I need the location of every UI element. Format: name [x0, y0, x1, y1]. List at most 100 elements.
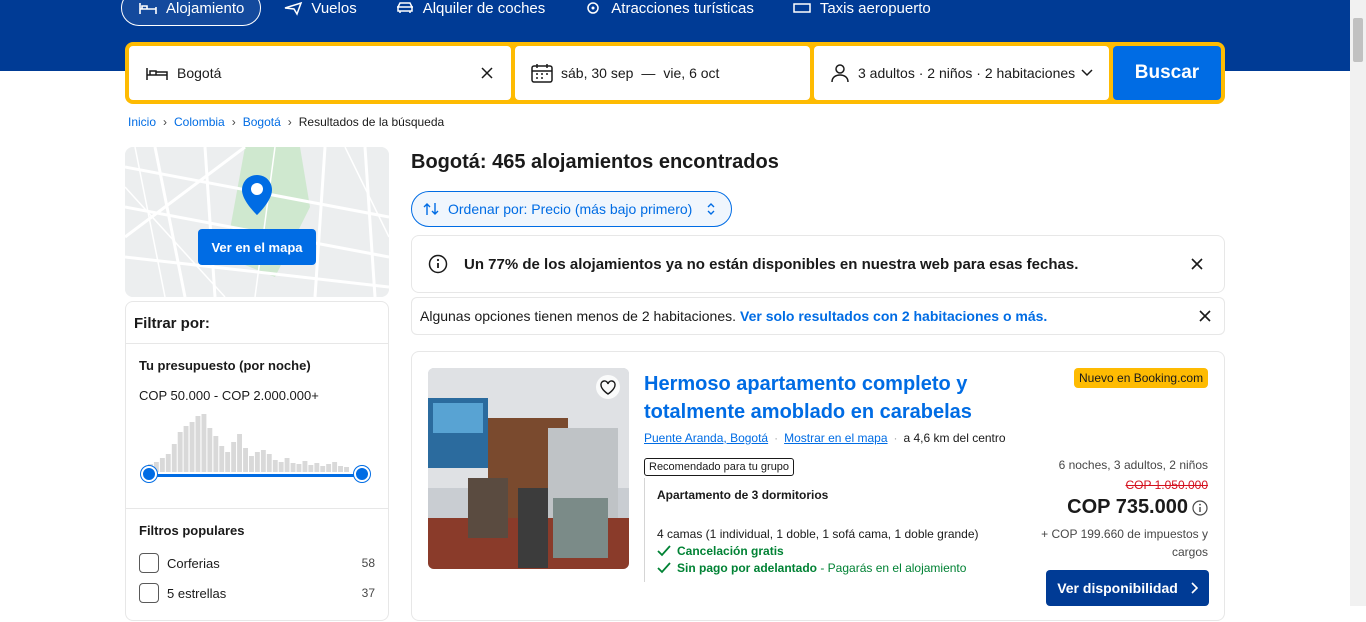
info-icon: [428, 254, 448, 274]
attractions-icon: [587, 2, 600, 14]
close-icon[interactable]: [1190, 257, 1204, 271]
filters-panel: Filtrar por: Tu presupuesto (por noche) …: [125, 301, 389, 621]
sort-arrows-icon: [423, 203, 439, 215]
search-box: Bogotá sáb, 30 sep — vie, 6 oct 3 adulto…: [125, 42, 1225, 104]
nav-tab-coches[interactable]: Alquiler de coches: [379, 0, 562, 26]
separator: ·: [893, 431, 898, 445]
popular-filters: Filtros populares Corferias 58 5 estrell…: [126, 509, 388, 622]
unit-details: Apartamento de 3 dormitorios 4 camas (1 …: [644, 478, 1024, 582]
filter-5-estrellas[interactable]: 5 estrellas 37: [139, 578, 375, 608]
histogram-bar: [308, 465, 314, 472]
clear-icon[interactable]: [481, 67, 493, 79]
histogram-bar: [165, 454, 171, 472]
filter-corferias[interactable]: Corferias 58: [139, 548, 375, 578]
map-preview[interactable]: Ver en el mapa: [125, 147, 389, 297]
histogram-bar: [284, 458, 290, 472]
destination-value: Bogotá: [177, 65, 222, 81]
plane-icon: [285, 1, 303, 16]
show-on-map-button[interactable]: Ver en el mapa: [198, 229, 316, 265]
price-histogram: [148, 414, 349, 472]
heart-icon[interactable]: [595, 374, 621, 400]
histogram-bar: [338, 466, 343, 472]
breadcrumb-bogota[interactable]: Bogotá: [243, 115, 281, 129]
original-price: COP 1.050.000: [1125, 478, 1208, 492]
scroll-thumb[interactable]: [1353, 18, 1363, 62]
recommended-badge: Recomendado para tu grupo: [644, 458, 795, 476]
page-scrollbar[interactable]: [1350, 0, 1366, 606]
checkin-value: sáb, 30 sep: [561, 65, 634, 81]
checkmark-icon: [657, 545, 671, 557]
histogram-bar: [159, 458, 165, 472]
histogram-bar: [254, 452, 260, 472]
filters-title: Filtrar por:: [126, 302, 388, 344]
budget-slider-track[interactable]: [149, 474, 363, 477]
nav-tab-taxis[interactable]: Taxis aeropuerto: [776, 0, 947, 26]
nav-tab-atracciones[interactable]: Atracciones turísticas: [567, 0, 770, 26]
destination-field[interactable]: Bogotá: [129, 46, 511, 100]
histogram-bar: [320, 466, 326, 472]
nav-tab-label: Alojamiento: [166, 0, 245, 17]
breadcrumb-inicio[interactable]: Inicio: [128, 115, 156, 129]
histogram-bar: [195, 416, 201, 472]
rooms-alert-link[interactable]: Ver solo resultados con 2 habitaciones o…: [740, 308, 1047, 324]
nav-tab-label: Vuelos: [311, 0, 357, 17]
nav-tab-vuelos[interactable]: Vuelos: [267, 0, 372, 26]
popular-filters-title: Filtros populares: [139, 523, 245, 538]
checkbox[interactable]: [139, 583, 159, 603]
rooms-alert: Algunas opciones tienen menos de 2 habit…: [411, 297, 1225, 335]
nav-tab-label: Taxis aeropuerto: [819, 0, 931, 17]
chevron-down-icon: [1081, 69, 1093, 77]
map-pin-icon: [242, 175, 272, 215]
feature-free-cancellation: Cancelación gratis: [657, 544, 1024, 558]
search-button[interactable]: Buscar: [1113, 46, 1221, 100]
sort-dropdown[interactable]: Ordenar por: Precio (más bajo primero): [411, 191, 732, 227]
checkbox[interactable]: [139, 553, 159, 573]
location-link[interactable]: Puente Aranda, Bogotá: [644, 431, 768, 445]
close-icon[interactable]: [1198, 309, 1212, 323]
budget-range: COP 50.000 - COP 2.000.000+: [139, 388, 319, 403]
distance: a 4,6 km del centro: [903, 431, 1006, 445]
property-card: Hermoso apartamento completo y totalment…: [411, 351, 1225, 621]
separator: ·: [774, 431, 779, 445]
current-price: COP 735.000: [1067, 496, 1188, 518]
availability-alert: Un 77% de los alojamientos ya no están d…: [411, 235, 1225, 293]
checkout-value: vie, 6 oct: [663, 65, 720, 81]
taxes-info: + COP 199.660 de impuestos y cargos: [1041, 527, 1208, 559]
checkmark-icon: [657, 562, 671, 574]
current-price-row: COP 735.000: [1018, 496, 1208, 519]
filter-label: 5 estrellas: [167, 585, 227, 601]
histogram-bar: [243, 448, 248, 472]
histogram-bar: [171, 444, 177, 472]
histogram-bar: [207, 428, 213, 472]
guests-field[interactable]: 3 adultos · 2 niños · 2 habitaciones: [814, 46, 1109, 100]
feature-sub: - Pagarás en el alojamiento: [817, 561, 967, 575]
chevron-right-icon: ›: [231, 115, 236, 129]
nav-tab-label: Atracciones turísticas: [611, 0, 754, 17]
date-separator: —: [641, 65, 656, 81]
budget-slider-min-handle[interactable]: [141, 466, 157, 482]
property-photo[interactable]: [428, 368, 629, 569]
stay-info: 6 noches, 3 adultos, 2 niños: [1058, 458, 1208, 472]
price-block: 6 noches, 3 adultos, 2 niños COP 1.050.0…: [1018, 458, 1208, 561]
date-field[interactable]: sáb, 30 sep — vie, 6 oct: [515, 46, 810, 100]
histogram-bar: [183, 426, 189, 472]
rooms-alert-text: Algunas opciones tienen menos de 2 habit…: [420, 308, 736, 324]
histogram-bar: [225, 452, 231, 472]
property-name[interactable]: Hermoso apartamento completo y totalment…: [644, 370, 1044, 426]
info-icon[interactable]: [1192, 499, 1208, 516]
nav-tab-label: Alquiler de coches: [422, 0, 546, 17]
property-location: Puente Aranda, Bogotá · Mostrar en el ma…: [644, 431, 1006, 445]
bed-icon: [139, 3, 157, 14]
feature-no-prepayment: Sin pago por adelantado - Pagarás en el …: [657, 561, 1024, 575]
histogram-bar: [314, 463, 320, 472]
budget-slider-max-handle[interactable]: [354, 466, 370, 482]
map-background: [125, 147, 389, 297]
car-icon: [396, 2, 413, 13]
filter-count: 37: [361, 586, 375, 600]
histogram-bar: [189, 422, 195, 472]
breadcrumb-colombia[interactable]: Colombia: [174, 115, 225, 129]
see-availability-button[interactable]: Ver disponibilidad: [1046, 570, 1209, 606]
nav-tab-alojamiento[interactable]: Alojamiento: [121, 0, 262, 26]
histogram-bar: [278, 462, 284, 472]
show-map-link[interactable]: Mostrar en el mapa: [784, 431, 887, 445]
